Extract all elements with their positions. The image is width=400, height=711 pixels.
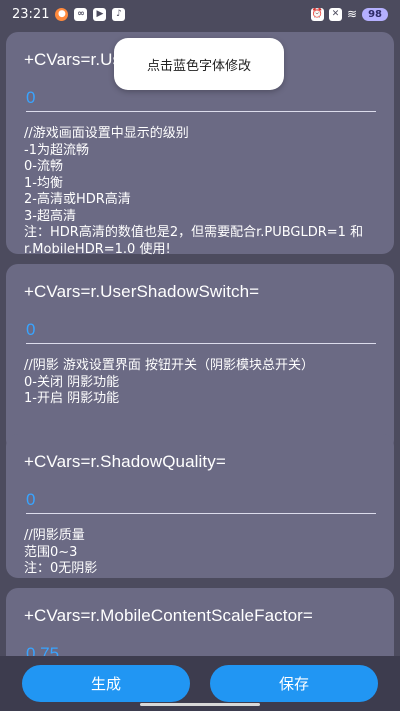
battery-indicator: 98	[362, 7, 388, 21]
play-icon: ▶	[93, 7, 107, 21]
setting-value-input[interactable]	[26, 638, 376, 656]
save-button[interactable]: 保存	[210, 665, 378, 702]
wifi-icon: ≋	[347, 7, 358, 21]
tiktok-icon: ♪	[112, 7, 126, 21]
hint-toast: 点击蓝色字体修改	[114, 38, 284, 90]
box-icon: ✕	[329, 7, 343, 21]
generate-button[interactable]: 生成	[22, 665, 190, 702]
status-right: ⏰ ✕ ≋ 98	[311, 7, 388, 21]
settings-list[interactable]: +CVars=r.UserQualitySetting= //游戏画面设置中显示…	[0, 28, 400, 656]
alarm-icon: ⏰	[311, 7, 325, 21]
status-left: 23:21 ● ∞ ▶ ♪	[12, 6, 126, 22]
status-bar: 23:21 ● ∞ ▶ ♪ ⏰ ✕ ≋ 98	[0, 0, 400, 28]
setting-title: +CVars=r.MobileContentScaleFactor=	[24, 606, 313, 625]
gesture-nav-bar[interactable]	[140, 703, 260, 706]
setting-title: +CVars=r.ShadowQuality=	[24, 452, 226, 471]
link-icon: ∞	[74, 7, 88, 21]
setting-card-shadow-switch: +CVars=r.UserShadowSwitch= //阴影 游戏设置界面 按…	[6, 264, 394, 452]
setting-card-content-scale: +CVars=r.MobileContentScaleFactor=	[6, 588, 394, 656]
setting-card-shadow-quality: +CVars=r.ShadowQuality= //阴影质量 范围0~3 注：0…	[6, 434, 394, 578]
setting-title: +CVars=r.UserShadowSwitch=	[24, 282, 260, 301]
chat-icon: ●	[55, 7, 69, 21]
status-time: 23:21	[12, 6, 50, 22]
setting-description: //阴影 游戏设置界面 按钮开关（阴影模块总开关） 0-关闭 阴影功能 1-开启…	[24, 358, 315, 406]
setting-description: //游戏画面设置中显示的级别 -1为超流畅 0-流畅 1-均衡 2-高清或HDR…	[24, 126, 364, 257]
setting-description: //阴影质量 范围0~3 注：0无阴影	[24, 528, 98, 576]
setting-value-input[interactable]	[26, 314, 376, 344]
setting-value-input[interactable]	[26, 484, 376, 514]
